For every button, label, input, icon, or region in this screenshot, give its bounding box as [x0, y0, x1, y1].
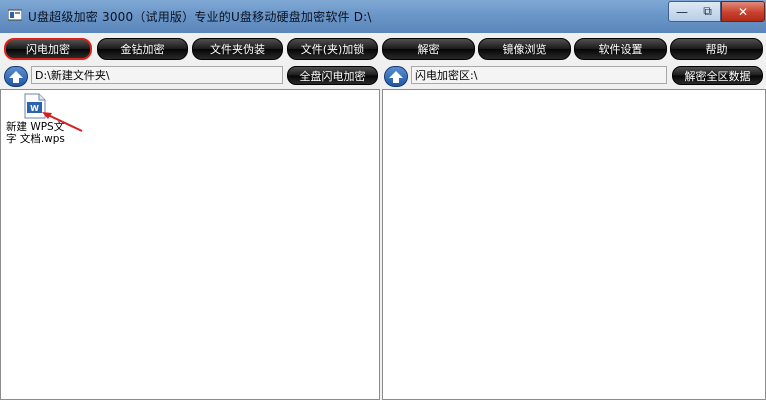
image-browse-button[interactable]: 镜像浏览	[478, 38, 571, 60]
app-icon	[8, 9, 22, 21]
folder-disguise-button[interactable]: 文件夹伪装	[192, 38, 283, 60]
decrypt-all-area-button[interactable]: 解密全区数据	[672, 66, 763, 85]
full-disk-flash-encrypt-button[interactable]: 全盘闪电加密	[287, 66, 378, 85]
minimize-button[interactable]: —	[668, 1, 696, 22]
up-arrow-icon	[9, 70, 23, 83]
title-bar: U盘超级加密 3000（试用版）专业的U盘移动硬盘加密软件 D:\ — ⧉ ✕	[0, 0, 766, 33]
minimize-icon: —	[676, 4, 688, 19]
left-up-button[interactable]	[4, 66, 28, 87]
window-title: U盘超级加密 3000（试用版）专业的U盘移动硬盘加密软件 D:\	[28, 10, 372, 24]
up-arrow-icon	[389, 70, 403, 83]
settings-button[interactable]: 软件设置	[574, 38, 667, 60]
close-button[interactable]: ✕	[721, 1, 765, 22]
file-lock-button[interactable]: 文件(夹)加锁	[287, 38, 378, 60]
close-icon: ✕	[737, 4, 749, 19]
right-path-field[interactable]: 闪电加密区:\	[411, 66, 667, 84]
maximize-button[interactable]: ⧉	[695, 1, 721, 22]
flash-encrypt-button[interactable]: 闪电加密	[4, 38, 92, 60]
left-file-pane[interactable]: W 新建 WPS文字 文档.wps	[0, 89, 380, 400]
svg-text:W: W	[30, 104, 39, 113]
help-button[interactable]: 帮助	[670, 38, 763, 60]
right-file-pane[interactable]	[382, 89, 766, 400]
right-up-button[interactable]	[384, 66, 408, 87]
diamond-encrypt-button[interactable]: 金钻加密	[97, 38, 188, 60]
left-path-field[interactable]: D:\新建文件夹\	[31, 66, 283, 84]
file-name: 新建 WPS文字 文档.wps	[6, 121, 65, 145]
restore-icon: ⧉	[703, 4, 712, 18]
decrypt-button[interactable]: 解密	[382, 38, 475, 60]
